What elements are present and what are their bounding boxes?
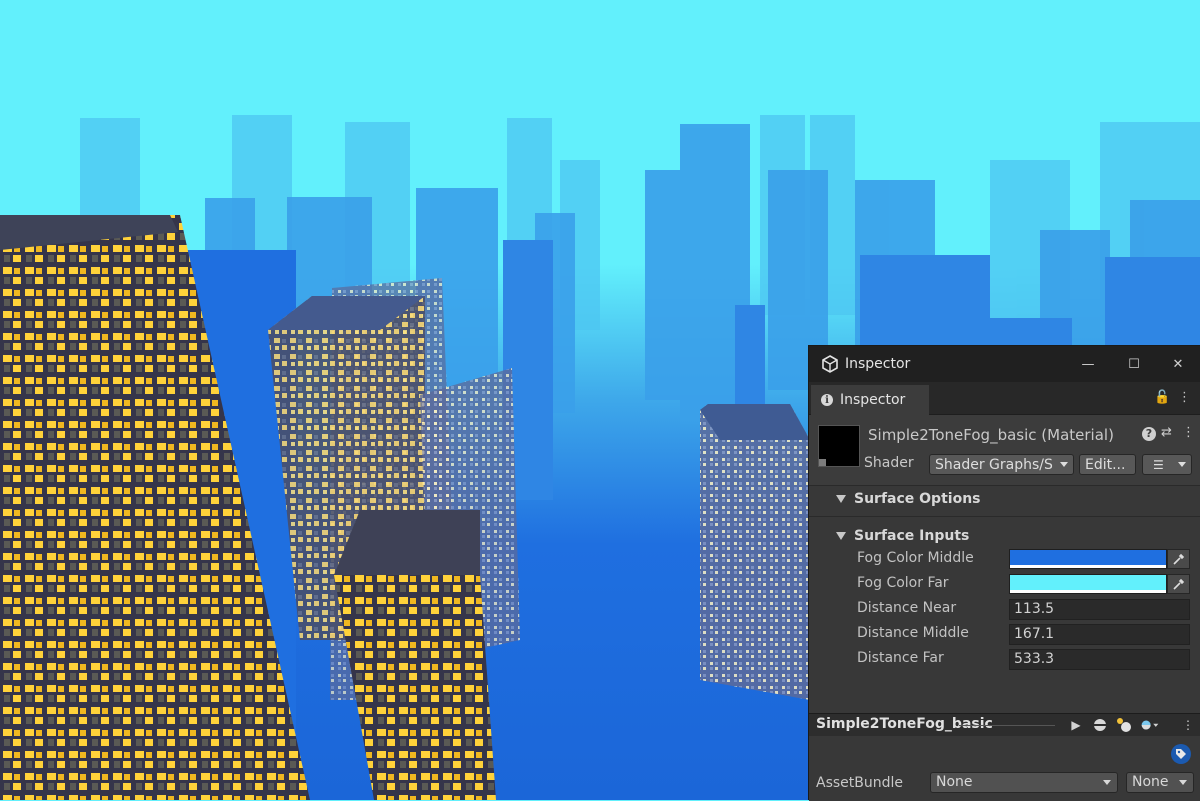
property-fog-color-middle: Fog Color Middle (809, 547, 1200, 571)
tab-menu-icon[interactable]: ⋮ (1178, 390, 1191, 405)
preset-settings-icon[interactable]: ⇄ (1161, 425, 1172, 440)
edit-shader-button[interactable]: Edit... (1079, 454, 1136, 475)
material-preview (818, 425, 860, 467)
material-header: Simple2ToneFog_basic (Material) ? ⇄ ⋮ Sh… (809, 415, 1200, 486)
section-surface-inputs[interactable]: Surface Inputs (809, 523, 1200, 549)
asset-preview-bar[interactable]: Simple2ToneFog_basic ▶ ⋮ (809, 713, 1200, 737)
info-icon: i (821, 394, 833, 406)
lighting-icon[interactable] (1115, 716, 1133, 734)
property-distance-near: Distance Near 113.5 (809, 597, 1200, 621)
material-menu-icon[interactable]: ⋮ (1182, 425, 1195, 440)
inspector-window: Inspector — ☐ ✕ i Inspector 🔓 ⋮ Simple2T… (808, 345, 1200, 801)
property-label: Distance Near (857, 600, 957, 616)
property-label: Fog Color Far (857, 575, 949, 591)
fog-color-far-field[interactable] (1009, 574, 1167, 594)
section-surface-options-label: Surface Options (854, 491, 981, 507)
section-surface-options[interactable]: Surface Options (809, 486, 1200, 512)
section-surface-inputs-label: Surface Inputs (854, 528, 970, 544)
chevron-down-icon (1060, 462, 1068, 467)
lock-icon[interactable]: 🔓 (1154, 390, 1170, 405)
shader-dropdown[interactable]: Shader Graphs/S (929, 454, 1074, 475)
tab-inspector-label: Inspector (840, 392, 906, 408)
asset-preview-name: Simple2ToneFog_basic (816, 716, 993, 732)
window-title: Inspector (845, 356, 911, 372)
close-button[interactable]: ✕ (1155, 346, 1200, 382)
list-icon: ☰ (1153, 457, 1164, 472)
property-label: Distance Middle (857, 625, 969, 641)
foldout-arrow-icon (836, 495, 846, 503)
play-icon[interactable]: ▶ (1067, 716, 1085, 734)
help-icon[interactable]: ? (1142, 427, 1156, 441)
property-label: Fog Color Middle (857, 550, 974, 566)
fog-color-middle-field[interactable] (1009, 549, 1167, 569)
distance-far-input[interactable]: 533.3 (1009, 649, 1190, 670)
shader-label: Shader (864, 455, 914, 471)
eyedropper-icon[interactable] (1167, 549, 1190, 569)
list-options-dropdown[interactable]: ☰ (1142, 454, 1192, 475)
asset-bundle-name-value: None (936, 774, 973, 790)
preview-menu-icon[interactable]: ⋮ (1179, 716, 1197, 734)
color-swatch (1010, 575, 1166, 590)
chevron-down-icon (1103, 780, 1111, 785)
shader-dropdown-value: Shader Graphs/S (935, 456, 1053, 473)
preview-shape-dropdown[interactable] (1141, 716, 1159, 734)
foldout-arrow-icon (836, 532, 846, 540)
property-distance-middle: Distance Middle 167.1 (809, 622, 1200, 646)
asset-bundle-label: AssetBundle (816, 775, 904, 791)
asset-bundle-variant-value: None (1132, 774, 1169, 790)
sphere-icon[interactable] (1091, 716, 1109, 734)
drag-handle[interactable] (959, 725, 1055, 726)
asset-bundle-variant-dropdown[interactable]: None (1126, 772, 1194, 793)
asset-label-icon[interactable] (1171, 744, 1191, 764)
property-distance-far: Distance Far 533.3 (809, 647, 1200, 671)
edit-shader-label: Edit... (1085, 456, 1126, 473)
maximize-button[interactable]: ☐ (1111, 346, 1157, 382)
tab-inspector[interactable]: i Inspector (811, 385, 929, 415)
property-fog-color-far: Fog Color Far (809, 572, 1200, 596)
eyedropper-icon[interactable] (1167, 574, 1190, 594)
color-swatch (1010, 550, 1166, 565)
preview-thumbnail-icon (819, 459, 826, 466)
tab-bar: i Inspector 🔓 ⋮ (809, 382, 1200, 415)
asset-bundle-name-dropdown[interactable]: None (930, 772, 1118, 793)
inspector-titlebar[interactable]: Inspector — ☐ ✕ (809, 346, 1200, 382)
material-name: Simple2ToneFog_basic (Material) (868, 426, 1114, 444)
property-label: Distance Far (857, 650, 944, 666)
unity-logo-icon (822, 355, 838, 373)
chevron-down-icon (1178, 462, 1186, 467)
asset-labels-area: AssetBundle None None (809, 736, 1200, 801)
distance-middle-input[interactable]: 167.1 (1009, 624, 1190, 645)
distance-near-input[interactable]: 113.5 (1009, 599, 1190, 620)
chevron-down-icon (1179, 780, 1187, 785)
minimize-button[interactable]: — (1065, 346, 1111, 382)
